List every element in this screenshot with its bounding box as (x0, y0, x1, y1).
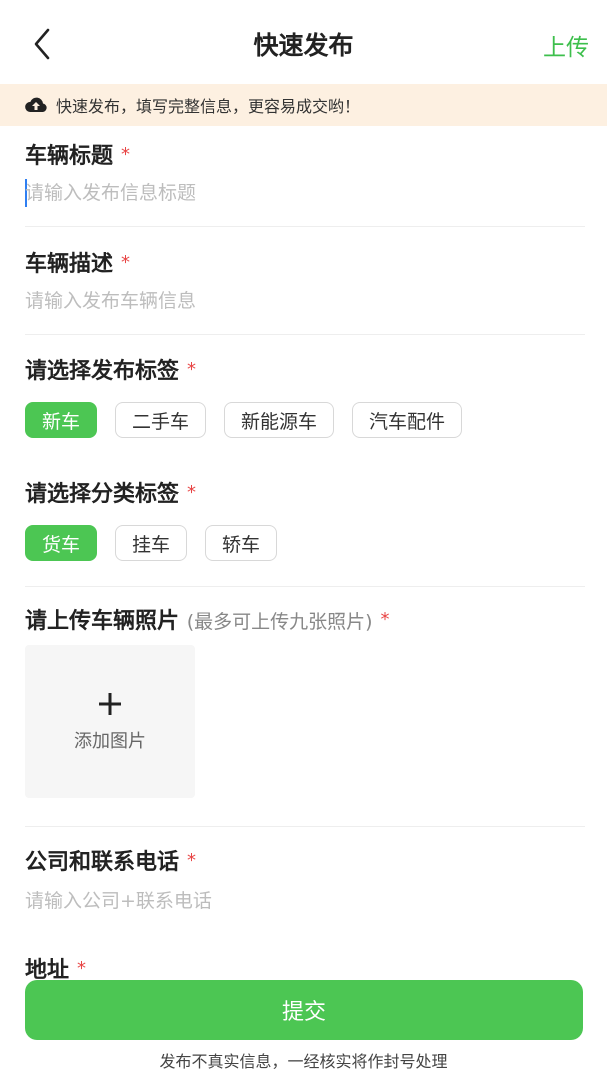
category-tag-sedan[interactable]: 轿车 (205, 525, 278, 561)
contact-label: 公司和联系电话 * (25, 844, 196, 876)
page-title: 快速发布 (253, 31, 354, 60)
required-mark: * (77, 958, 87, 979)
required-mark: * (187, 482, 197, 503)
contact-input[interactable] (25, 886, 581, 916)
vehicle-desc-input[interactable] (25, 286, 581, 316)
cloud-upload-icon (25, 97, 47, 112)
vehicle-desc-label: 车辆描述 * (25, 246, 130, 278)
photos-label-text: 请上传车辆照片 (25, 609, 180, 634)
category-tag-truck[interactable]: 货车 (25, 525, 98, 561)
photos-label: 请上传车辆照片 (最多可上传九张照片) * (25, 603, 390, 635)
publish-tags-label: 请选择发布标签 * (25, 353, 196, 385)
publish-tag-new-car[interactable]: 新车 (25, 402, 98, 438)
quick-publish-page: 快速发布 上传 快速发布，填写完整信息，更容易成交哟！ 车辆标题* 车辆描述* … (0, 0, 607, 1080)
footer-warning: 发布不真实信息，一经核实将作封号处理 (159, 1052, 448, 1071)
publish-tag-auto-parts[interactable]: 汽车配件 (352, 402, 463, 438)
divider (25, 826, 585, 827)
publish-tags-label-text: 请选择发布标签 (25, 359, 180, 384)
required-mark: * (187, 359, 197, 380)
divider (25, 226, 585, 227)
photos-hint: (最多可上传九张照片) (186, 611, 373, 633)
plus-icon (99, 692, 121, 715)
divider (25, 586, 585, 587)
required-mark: * (121, 252, 131, 273)
category-tag-trailer[interactable]: 挂车 (115, 525, 188, 561)
vehicle-title-label-text: 车辆标题 (25, 144, 114, 169)
publish-tag-used-car[interactable]: 二手车 (115, 402, 207, 438)
publish-tag-row: 新车 二手车 新能源车 汽车配件 (25, 402, 463, 438)
upload-button[interactable]: 上传 (543, 28, 589, 62)
publish-tag-new-energy[interactable]: 新能源车 (224, 402, 335, 438)
notice-bar: 快速发布，填写完整信息，更容易成交哟！ (0, 84, 607, 126)
category-tag-row: 货车 挂车 轿车 (25, 525, 278, 561)
contact-label-text: 公司和联系电话 (25, 850, 180, 875)
top-bar: 快速发布 上传 (0, 0, 607, 84)
vehicle-desc-label-text: 车辆描述 (25, 252, 114, 277)
divider (25, 334, 585, 335)
notice-text: 快速发布，填写完整信息，更容易成交哟！ (56, 97, 361, 116)
add-photo-button[interactable]: 添加图片 (25, 645, 195, 798)
add-photo-label: 添加图片 (74, 730, 146, 752)
category-tags-label-text: 请选择分类标签 (25, 482, 180, 507)
vehicle-title-input[interactable] (25, 178, 581, 208)
required-mark: * (187, 850, 197, 871)
category-tags-label: 请选择分类标签 * (25, 476, 196, 508)
required-mark: * (380, 609, 390, 630)
vehicle-title-label: 车辆标题 * (25, 138, 130, 170)
submit-button[interactable]: 提交 (25, 980, 583, 1040)
required-mark: * (121, 144, 131, 165)
